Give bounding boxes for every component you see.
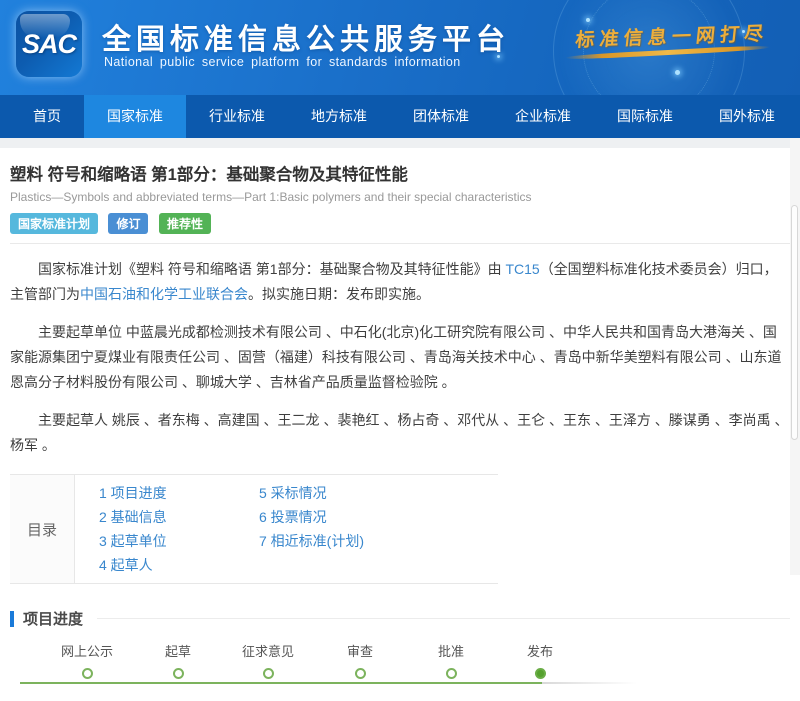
scrollbar-thumb[interactable]: [791, 205, 798, 440]
progress-step-label: 批准: [437, 644, 465, 659]
standard-title-cn: 塑料 符号和缩略语 第1部分：基础聚合物及其特征性能: [10, 166, 408, 184]
tc15-link[interactable]: TC15: [505, 261, 539, 277]
progress-step-label: 网上公示: [60, 644, 114, 659]
nav-item-industry-standards[interactable]: 行业标准: [186, 95, 288, 138]
section-title: 项目进度: [23, 611, 84, 628]
progress-step-publication: 发布: [527, 641, 553, 679]
progress-step-dot: [354, 668, 366, 679]
site-header: SAC 全国标准信息公共服务平台 National public service…: [0, 0, 800, 95]
main-content: 塑料 符号和缩略语 第1部分：基础聚合物及其特征性能 Plastics—Symb…: [0, 161, 800, 701]
toc-column-2: 5 采标情况 6 投票情况 7 相近标准(计划): [259, 481, 364, 577]
nav-item-enterprise-standards[interactable]: 企业标准: [492, 95, 594, 138]
toc-label: 目录: [10, 475, 75, 583]
progress-step-online-publicity: 网上公示: [61, 641, 113, 679]
badge-national-standard-plan: 国家标准计划: [10, 213, 99, 234]
progress-step-drafting: 起草: [165, 641, 191, 679]
nav-item-international-standards[interactable]: 国际标准: [594, 95, 696, 138]
section-rule: [97, 618, 790, 619]
sac-logo[interactable]: SAC: [16, 11, 82, 77]
title-divider: [10, 243, 790, 244]
summary-paragraph-drafters: 主要起草人 姚辰 、者东梅 、高建国 、王二龙 、裴艳红 、杨占奇 、邓代从 、…: [10, 412, 789, 453]
progress-step-soliciting-opinions: 征求意见: [242, 641, 294, 679]
summary-text: 。拟实施日期：发布即实施。: [248, 286, 430, 302]
timeline-line-remaining: [542, 682, 637, 684]
badge-recommended: 推荐性: [158, 213, 211, 234]
progress-timeline: 网上公示 起草 征求意见 审查 批准 发布: [10, 641, 790, 701]
progress-step-label: 审查: [346, 644, 374, 659]
toc-link-drafters[interactable]: 4 起草人: [99, 553, 259, 577]
site-subtitle-en: National public service platform for sta…: [104, 55, 461, 69]
badge-row: 国家标准计划 修订 推荐性: [10, 213, 790, 234]
summary-paragraph-drafting-units: 主要起草单位 中蓝晨光成都检测技术有限公司 、中石化(北京)化工研究院有限公司 …: [10, 324, 782, 390]
toc-column-1: 1 项目进度 2 基础信息 3 起草单位 4 起草人: [99, 481, 259, 577]
scrollbar-track[interactable]: [790, 138, 800, 575]
toc-link-voting-status[interactable]: 6 投票情况: [259, 505, 364, 529]
toc-link-basic-info[interactable]: 2 基础信息: [99, 505, 259, 529]
main-nav: 首页 国家标准 行业标准 地方标准 团体标准 企业标准 国际标准 国外标准 示范…: [0, 95, 800, 138]
site-title: 全国标准信息公共服务平台: [102, 24, 511, 56]
progress-step-dot: [534, 668, 546, 679]
progress-step-label: 起草: [164, 644, 192, 659]
toc-link-similar-standards[interactable]: 7 相近标准(计划): [259, 529, 364, 553]
sac-logo-text: SAC: [21, 28, 77, 59]
progress-step-dot: [262, 668, 274, 679]
toc-link-project-progress[interactable]: 1 项目进度: [99, 481, 259, 505]
standard-title-en: Plastics—Symbols and abbreviated terms—P…: [10, 190, 532, 204]
toc-link-adoption-status[interactable]: 5 采标情况: [259, 481, 364, 505]
nav-item-local-standards[interactable]: 地方标准: [288, 95, 390, 138]
progress-step-review: 审查: [347, 641, 373, 679]
toc-columns: 1 项目进度 2 基础信息 3 起草单位 4 起草人 5 采标情况 6 投票情况…: [75, 475, 364, 583]
timeline-line-done: [20, 682, 542, 684]
glow-dot-decoration: [586, 18, 590, 22]
section-accent-bar: [10, 610, 14, 627]
toc-link-drafting-units[interactable]: 3 起草单位: [99, 529, 259, 553]
nav-item-foreign-standards[interactable]: 国外标准: [696, 95, 798, 138]
page-background-strip: [0, 138, 800, 148]
progress-step-label: 发布: [526, 644, 554, 659]
nav-item-group-standards[interactable]: 团体标准: [390, 95, 492, 138]
summary-text: 国家标准计划《塑料 符号和缩略语 第1部分：基础聚合物及其特征性能》由: [38, 261, 506, 277]
nav-item-home[interactable]: 首页: [10, 95, 84, 138]
competent-department-link[interactable]: 中国石油和化学工业联合会: [80, 286, 248, 302]
badge-revision: 修订: [108, 213, 149, 234]
nav-item-national-standards[interactable]: 国家标准: [84, 95, 186, 138]
progress-step-dot: [172, 668, 184, 679]
summary-paragraph-scope: 国家标准计划《塑料 符号和缩略语 第1部分：基础聚合物及其特征性能》由 TC15…: [10, 257, 790, 307]
progress-step-approval: 批准: [438, 641, 464, 679]
progress-step-dot: [445, 668, 457, 679]
project-progress-header: 项目进度: [10, 608, 790, 629]
table-of-contents: 目录 1 项目进度 2 基础信息 3 起草单位 4 起草人 5 采标情况 6 投…: [10, 474, 498, 584]
progress-step-label: 征求意见: [241, 644, 295, 659]
progress-step-dot: [81, 668, 93, 679]
glow-dot-decoration: [675, 70, 680, 75]
